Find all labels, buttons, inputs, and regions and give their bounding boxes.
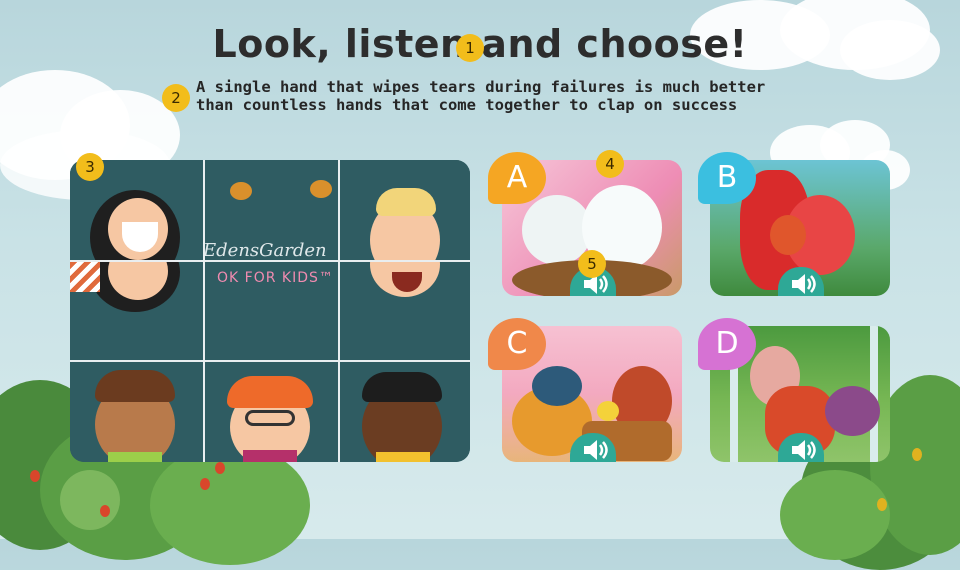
hair	[376, 188, 436, 216]
option-label-c: C	[488, 318, 546, 370]
logo-text: EdensGarden	[205, 240, 327, 260]
speaker-icon	[792, 440, 816, 460]
bird-icon	[230, 182, 252, 200]
puzzle-tile[interactable]	[70, 262, 203, 360]
speaker-icon	[792, 274, 816, 294]
puzzle-tile[interactable]	[340, 362, 470, 462]
sound-button-d[interactable]	[778, 433, 824, 462]
chick-illustration	[597, 401, 619, 421]
puzzle-divider	[338, 160, 340, 462]
hair	[227, 376, 313, 408]
logo-subtext: OK FOR KIDS™	[217, 270, 334, 286]
option-label-b: B	[698, 152, 756, 204]
speaker-icon	[584, 440, 608, 460]
marker-1: 1	[456, 34, 484, 62]
marker-5: 5	[578, 250, 606, 278]
puzzle-tile[interactable]	[340, 262, 470, 360]
puzzle-divider	[203, 160, 205, 462]
proverb-text: A single hand that wipes tears during fa…	[196, 78, 776, 114]
shirt	[376, 452, 430, 462]
proverb-line-1: A single hand that wipes tears during fa…	[196, 78, 766, 96]
proverb-line-2: than countless hands that come together …	[196, 96, 738, 114]
glasses	[245, 410, 295, 426]
hair	[362, 372, 442, 402]
shirt	[108, 452, 162, 462]
option-label-d: D	[698, 318, 756, 370]
sound-button-b[interactable]	[778, 267, 824, 296]
puzzle-divider	[70, 260, 470, 262]
squirrel-illustration	[770, 215, 806, 255]
puzzle-tile[interactable]	[70, 362, 203, 462]
puzzle-tile[interactable]	[205, 362, 338, 462]
option-label-a: A	[488, 152, 546, 204]
marker-4: 4	[596, 150, 624, 178]
goat-illustration	[825, 386, 880, 436]
picture-puzzle[interactable]: EdensGarden OK FOR KIDS™	[70, 160, 470, 462]
puzzle-tile[interactable]: OK FOR KIDS™	[205, 262, 338, 360]
puzzle-tile[interactable]	[340, 160, 470, 260]
puzzle-divider	[70, 360, 470, 362]
striped-shirt	[70, 262, 100, 292]
sound-button-c[interactable]	[570, 433, 616, 462]
hair	[95, 370, 175, 402]
puzzle-tile[interactable]: EdensGarden	[205, 160, 338, 260]
rooster-illustration	[532, 366, 582, 406]
marker-3: 3	[76, 153, 104, 181]
bird-icon	[310, 180, 332, 198]
marker-2: 2	[162, 84, 190, 112]
shirt	[243, 450, 297, 462]
